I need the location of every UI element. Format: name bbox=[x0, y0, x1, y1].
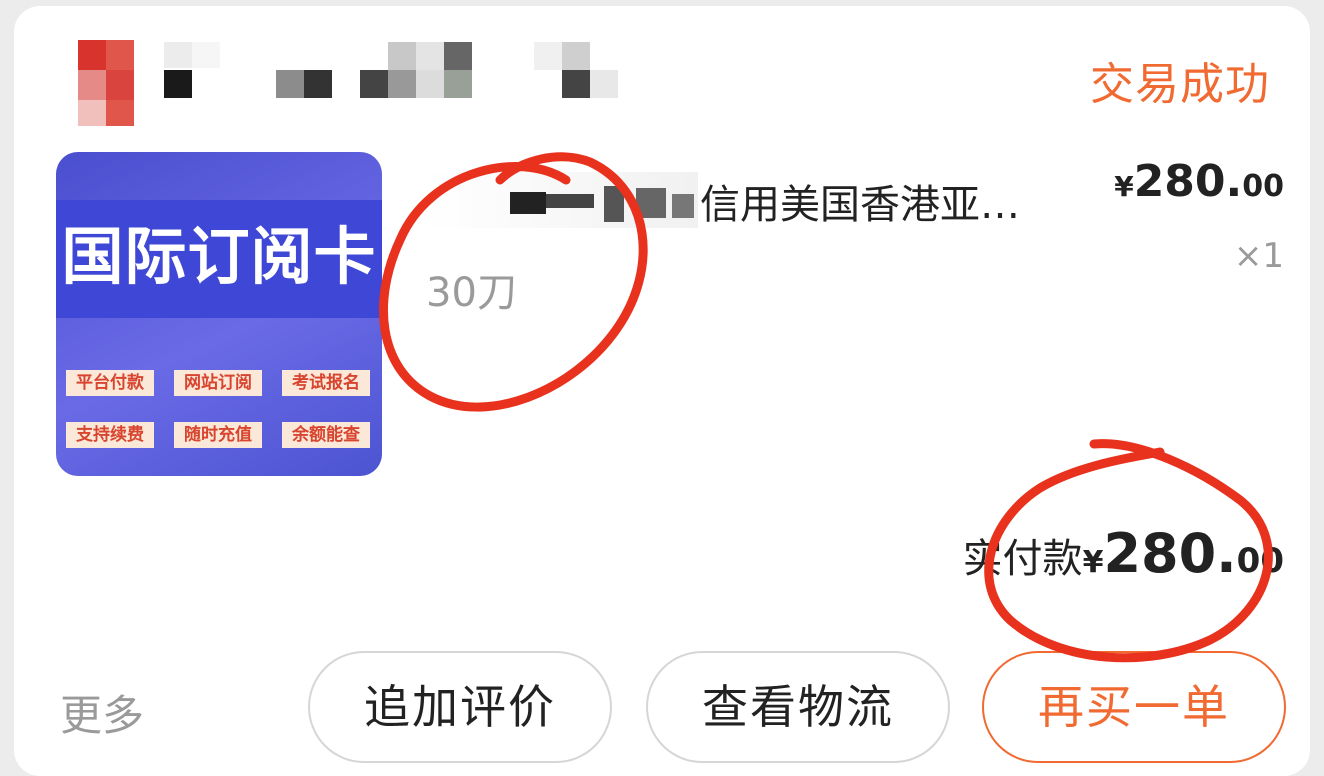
product-thumbnail[interactable]: 国际订阅卡 平台付款 网站订阅 考试报名 支持续费 随时充值 余额能查 bbox=[56, 152, 382, 476]
thumbnail-tag: 网站订阅 bbox=[174, 370, 262, 396]
thumbnail-tag: 考试报名 bbox=[282, 370, 370, 396]
product-quantity: ×1 bbox=[1233, 236, 1284, 276]
product-title[interactable]: 信用美国香港亚… bbox=[700, 172, 1100, 230]
product-title-text: 信用美国香港亚… bbox=[700, 182, 1020, 228]
thumbnail-tag: 余额能查 bbox=[282, 422, 370, 448]
thumbnail-tag: 平台付款 bbox=[66, 370, 154, 396]
buy-again-button[interactable]: 再买一单 bbox=[982, 651, 1286, 763]
product-spec: 30刀 bbox=[426, 270, 517, 316]
payment-label: 实付款 bbox=[962, 536, 1083, 582]
add-review-button[interactable]: 追加评价 bbox=[308, 651, 612, 763]
order-status: 交易成功 bbox=[1090, 59, 1270, 110]
thumbnail-tag: 随时充值 bbox=[174, 422, 262, 448]
product-price: ¥280.00 bbox=[1114, 156, 1284, 207]
actual-payment: 实付款¥280.00 bbox=[962, 522, 1284, 585]
thumbnail-tag: 支持续费 bbox=[66, 422, 154, 448]
thumbnail-title: 国际订阅卡 bbox=[61, 220, 377, 293]
order-card[interactable]: 交易成功 国际订阅卡 平台付款 网站订阅 考试报名 支持续费 随时充值 余额能查… bbox=[14, 6, 1310, 776]
view-logistics-button[interactable]: 查看物流 bbox=[646, 651, 950, 763]
product-title-obscured bbox=[426, 172, 698, 228]
more-button[interactable]: 更多 bbox=[60, 682, 144, 743]
